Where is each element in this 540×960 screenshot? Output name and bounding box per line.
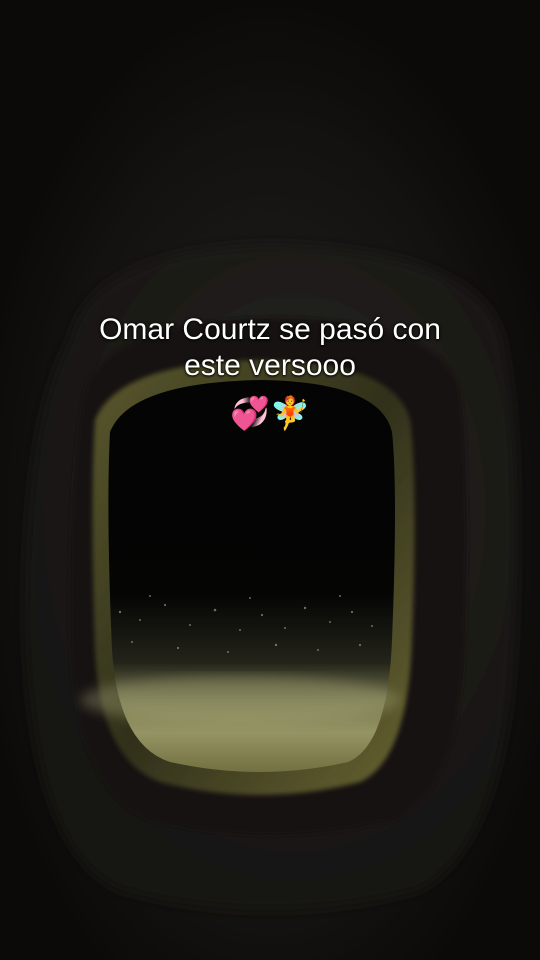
caption-emoji: 💞🧚 [230, 394, 310, 432]
caption-line-2: este versooo [184, 349, 356, 382]
vignette [0, 0, 540, 960]
caption-line-1: Omar Courtz se pasó con [99, 313, 441, 346]
video-frame: Omar Courtz se pasó con este versooo 💞🧚 [0, 0, 540, 960]
airplane-window-photo [0, 0, 540, 960]
